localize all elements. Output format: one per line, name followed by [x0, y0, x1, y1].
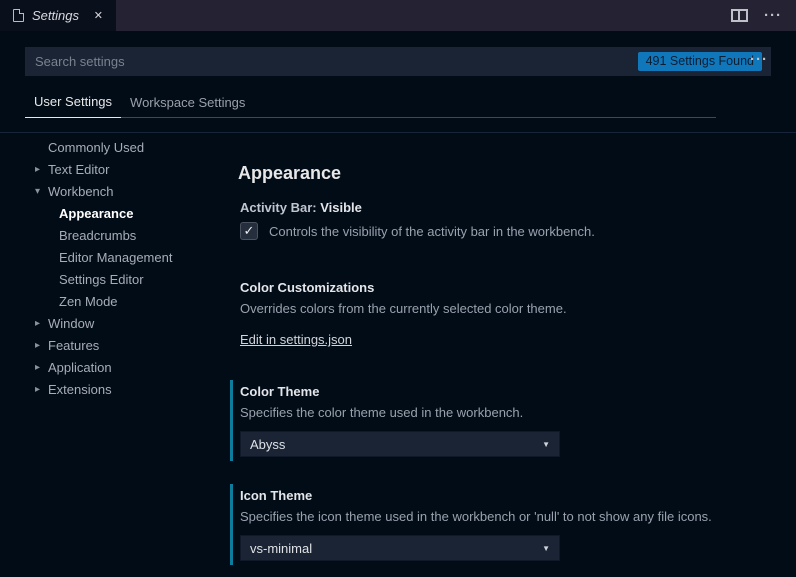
setting-description: Specifies the icon theme used in the wor…	[240, 509, 712, 524]
toc-item-application[interactable]: ▸ Application	[0, 357, 230, 379]
setting-category: Activity Bar:	[240, 200, 317, 215]
setting-title: Icon Theme	[240, 488, 313, 503]
toc-item-zen-mode[interactable]: Zen Mode	[0, 291, 230, 313]
page-title: Appearance	[238, 163, 342, 183]
more-actions-icon[interactable]: ···	[764, 8, 782, 23]
edit-in-settings-json-link[interactable]: Edit in settings.json	[240, 331, 352, 348]
results-count-badge: 491 Settings Found	[637, 52, 762, 71]
checkbox-checked[interactable]: ✓	[240, 222, 258, 240]
close-icon[interactable]: ✕	[91, 7, 106, 24]
chevron-right-icon: ▸	[35, 362, 41, 373]
toc-item-workbench[interactable]: ▾ Workbench	[0, 181, 230, 203]
icon-theme-select[interactable]: vs-minimal ▼	[240, 535, 560, 561]
dropdown-arrow-icon: ▼	[542, 543, 550, 553]
setting-description: Specifies the color theme used in the wo…	[240, 405, 524, 420]
toc-item-extensions[interactable]: ▸ Extensions	[0, 379, 230, 401]
toc-item-appearance[interactable]: Appearance	[0, 203, 230, 225]
chevron-right-icon: ▸	[35, 384, 41, 395]
toc-item-settings-editor[interactable]: Settings Editor	[0, 269, 230, 291]
settings-list: Appearance Activity Bar: Visible ✓ Contr…	[230, 133, 796, 577]
file-icon	[13, 9, 24, 22]
checkbox-row: ✓ Controls the visibility of the activit…	[240, 222, 776, 240]
toc-item-commonly-used[interactable]: Commonly Used	[0, 137, 230, 159]
tab-label: Settings	[32, 8, 79, 23]
setting-description: Controls the visibility of the activity …	[269, 223, 595, 239]
settings-toc-tree: Commonly Used ▸ Text Editor ▾ Workbench …	[0, 133, 230, 577]
chevron-down-icon: ▾	[35, 186, 41, 197]
select-value: vs-minimal	[250, 540, 313, 556]
select-value: Abyss	[250, 436, 286, 452]
setting-description: Overrides colors from the currently sele…	[240, 301, 567, 316]
tab-workspace-settings[interactable]: Workspace Settings	[121, 89, 254, 118]
search-row: 491 Settings Found	[25, 47, 771, 76]
vscode-settings-window: Settings ✕ ··· 491 Settings Found User S…	[0, 0, 796, 577]
setting-activity-bar-visible: Activity Bar: Visible ✓ Controls the vis…	[230, 199, 776, 240]
settings-header: 491 Settings Found User Settings Workspa…	[0, 31, 796, 133]
chevron-right-icon: ▸	[35, 164, 41, 175]
dropdown-arrow-icon: ▼	[542, 439, 550, 449]
settings-scope-tabs: User Settings Workspace Settings	[25, 88, 716, 118]
setting-color-customizations: Color Customizations Overrides colors fr…	[230, 279, 776, 348]
toc-item-breadcrumbs[interactable]: Breadcrumbs	[0, 225, 230, 247]
editor-actions: ···	[731, 0, 796, 31]
setting-title: Color Theme	[240, 384, 320, 399]
setting-color-theme: Color Theme Specifies the color theme us…	[230, 380, 776, 461]
toc-item-text-editor[interactable]: ▸ Text Editor	[0, 159, 230, 181]
tab-settings[interactable]: Settings ✕	[0, 0, 116, 31]
split-editor-icon[interactable]	[731, 9, 748, 22]
editor-tab-bar: Settings ✕ ···	[0, 0, 796, 31]
color-theme-select[interactable]: Abyss ▼	[240, 431, 560, 457]
tab-user-settings[interactable]: User Settings	[25, 88, 122, 118]
settings-body: Commonly Used ▸ Text Editor ▾ Workbench …	[0, 133, 796, 577]
toc-item-window[interactable]: ▸ Window	[0, 313, 230, 335]
toc-item-editor-management[interactable]: Editor Management	[0, 247, 230, 269]
chevron-right-icon: ▸	[35, 318, 41, 329]
setting-icon-theme: Icon Theme Specifies the icon theme used…	[230, 484, 776, 565]
setting-name: Visible	[320, 200, 362, 215]
chevron-right-icon: ▸	[35, 340, 41, 351]
setting-title: Color Customizations	[240, 280, 375, 295]
setting-title: Activity Bar: Visible	[240, 199, 776, 216]
settings-more-actions-icon[interactable]: ···	[750, 52, 768, 67]
toc-item-features[interactable]: ▸ Features	[0, 335, 230, 357]
